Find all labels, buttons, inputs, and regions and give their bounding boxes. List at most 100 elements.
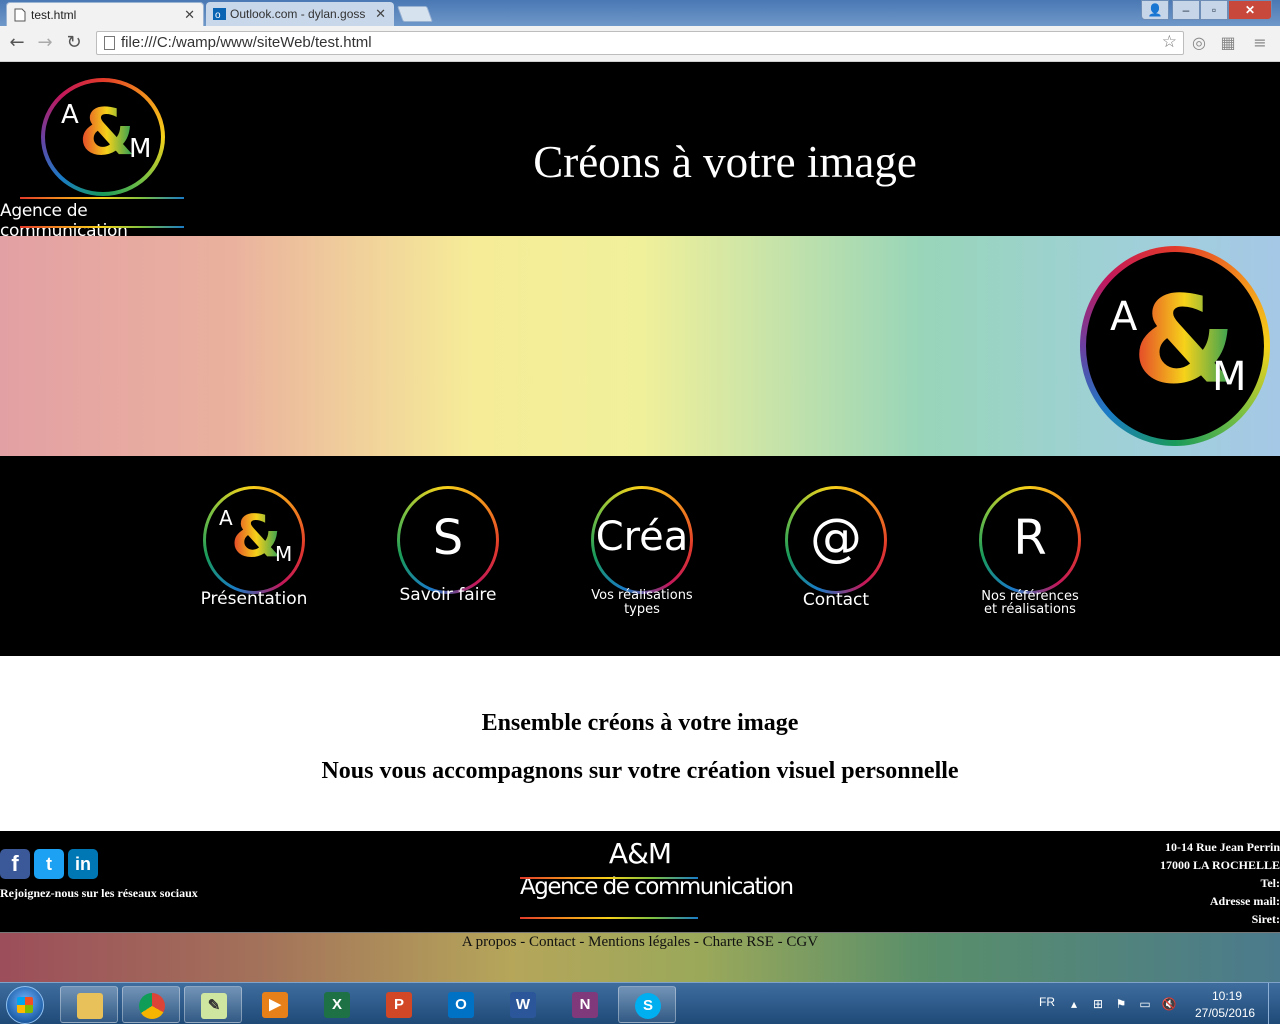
nav-presentation[interactable]: A & M Présentation [179,486,329,636]
logo-ampersand: & [231,496,282,576]
site-footer: f t in Rejoignez-nous sur les réseaux so… [0,831,1280,932]
content-heading-2: Nous vous accompagnons sur votre créatio… [321,758,959,784]
browser-chrome: test.html ✕ o Outlook.com - dylan.goss ✕… [0,0,1280,62]
url-text: file:///C:/wamp/www/siteWeb/test.html [121,34,372,51]
extension-icon-2[interactable]: ▦ [1218,33,1238,53]
address-block: 10-14 Rue Jean Perrin 17000 LA ROCHELLE … [1160,838,1280,928]
taskbar-explorer[interactable] [60,986,118,1023]
taskbar-word[interactable]: W [494,986,552,1023]
nav-crea[interactable]: Créa Vos réalisations types [567,486,717,636]
nav-glyph: Créa [595,514,689,560]
logo-divider [20,197,184,199]
close-tab-icon[interactable]: ✕ [375,6,386,22]
start-button[interactable] [6,986,44,1024]
nav-label: Contact [802,590,870,610]
folder-icon [77,993,103,1019]
logo-letter-a: A [61,100,79,130]
taskbar-outlook[interactable]: O [432,986,490,1023]
page-icon [14,8,26,22]
taskbar-wamp[interactable]: ✎ [184,986,242,1023]
logo-underline [20,226,184,228]
tab-test-html[interactable]: test.html ✕ [6,2,204,26]
extension-icon[interactable]: ◎ [1189,33,1209,53]
taskbar-onenote[interactable]: N [556,986,614,1023]
taskbar-media-player[interactable]: ▶ [246,986,304,1023]
site-header: A & M Agence de communication Créons à v… [0,62,1280,241]
network-icon[interactable]: ▭ [1137,997,1153,1011]
excel-icon: X [324,992,350,1018]
footer-rainbow-line [520,917,698,919]
address-tel: Tel: [1260,876,1280,890]
maximize-button[interactable]: ▫ [1200,0,1228,20]
tab-title: test.html [31,8,77,22]
logo-tagline: Agence de communication [0,201,128,241]
close-tab-icon[interactable]: ✕ [184,7,195,23]
action-center-flag-icon[interactable]: ⚑ [1113,997,1129,1011]
logo[interactable]: A & M [41,78,165,196]
windows-logo-icon [17,997,33,1013]
user-icon[interactable]: 👤 [1141,0,1169,20]
word-icon: W [510,992,536,1018]
footer-logo: A&M Agence de communication [520,837,794,919]
nav-label-line1: Vos réalisations [591,588,693,603]
address-street: 10-14 Rue Jean Perrin [1165,840,1280,854]
close-window-button[interactable]: ✕ [1228,0,1272,20]
facebook-icon[interactable]: f [0,849,30,879]
nav-contact[interactable]: @ Contact [761,486,911,636]
social-text: Rejoignez-nous sur les réseaux sociaux [0,886,198,900]
footer-links[interactable]: A propos - Contact - Mentions légales - … [0,934,1280,951]
tab-outlook[interactable]: o Outlook.com - dylan.goss ✕ [206,2,394,26]
powerpoint-icon: P [386,992,412,1018]
taskbar-powerpoint[interactable]: P [370,986,428,1023]
windows-update-icon[interactable]: ⊞ [1090,997,1106,1011]
outlook-icon: O [448,992,474,1018]
page-icon [104,36,115,50]
taskbar-skype[interactable]: S [618,986,676,1023]
menu-icon[interactable]: ≡ [1250,33,1270,53]
tab-title: Outlook.com - dylan.goss [230,7,366,21]
content-heading-1: Ensemble créons à votre image [481,710,799,736]
wamp-icon: ✎ [201,993,227,1019]
show-hidden-icons-icon[interactable]: ▴ [1066,997,1082,1011]
logo-letter-m: M [1212,354,1247,400]
nav-glyph: @ [810,508,862,568]
clock-time[interactable]: 10:19 [1212,989,1242,1003]
banner-logo: A & M [1080,246,1270,446]
onenote-icon: N [572,992,598,1018]
show-desktop-button[interactable] [1268,983,1280,1024]
nav-label: Présentation [200,589,308,609]
media-player-icon: ▶ [262,992,288,1018]
nav-references[interactable]: R Nos références et réalisations [955,486,1105,636]
language-indicator[interactable]: FR [1039,995,1055,1009]
new-tab-button[interactable] [397,6,433,22]
linkedin-icon[interactable]: in [68,849,98,879]
bookmark-star-icon[interactable]: ☆ [1162,32,1177,52]
forward-arrow-icon[interactable]: → [34,32,56,54]
nav-label-line2: types [624,602,660,617]
outlook-icon: o [213,7,226,21]
footer-rainbow-line [520,877,698,879]
page-title: Créons à votre image [533,137,917,187]
footer-brand-name: A&M [608,837,672,870]
tab-strip: test.html ✕ o Outlook.com - dylan.goss ✕… [0,0,1280,26]
address-bar[interactable]: file:///C:/wamp/www/siteWeb/test.html ☆ [96,31,1184,55]
address-email: Adresse mail: [1209,894,1280,908]
taskbar-chrome[interactable] [122,986,180,1023]
volume-muted-icon[interactable]: 🔇 [1161,997,1177,1011]
nav-glyph: S [432,510,464,566]
windows-taskbar: ✎ ▶ X P O W N S FR ▴ ⊞ ⚑ ▭ 🔇 10:19 27/05… [0,982,1280,1024]
logo-letter-m: M [129,134,152,164]
main-navigation: A & M Présentation S Savoir faire Créa V… [0,456,1280,656]
taskbar-excel[interactable]: X [308,986,366,1023]
clock-date[interactable]: 27/05/2016 [1195,1006,1255,1020]
address-city: 17000 LA ROCHELLE [1159,858,1280,872]
logo-letter-m: M [275,542,293,566]
minimize-button[interactable]: – [1172,0,1200,20]
back-arrow-icon[interactable]: ← [6,32,28,54]
svg-text:o: o [215,10,221,21]
logo-ampersand: & [79,96,135,170]
footer-links-bar: A propos - Contact - Mentions légales - … [0,932,1280,982]
nav-savoir-faire[interactable]: S Savoir faire [373,486,523,636]
reload-icon[interactable]: ↻ [63,32,85,54]
twitter-icon[interactable]: t [34,849,64,879]
